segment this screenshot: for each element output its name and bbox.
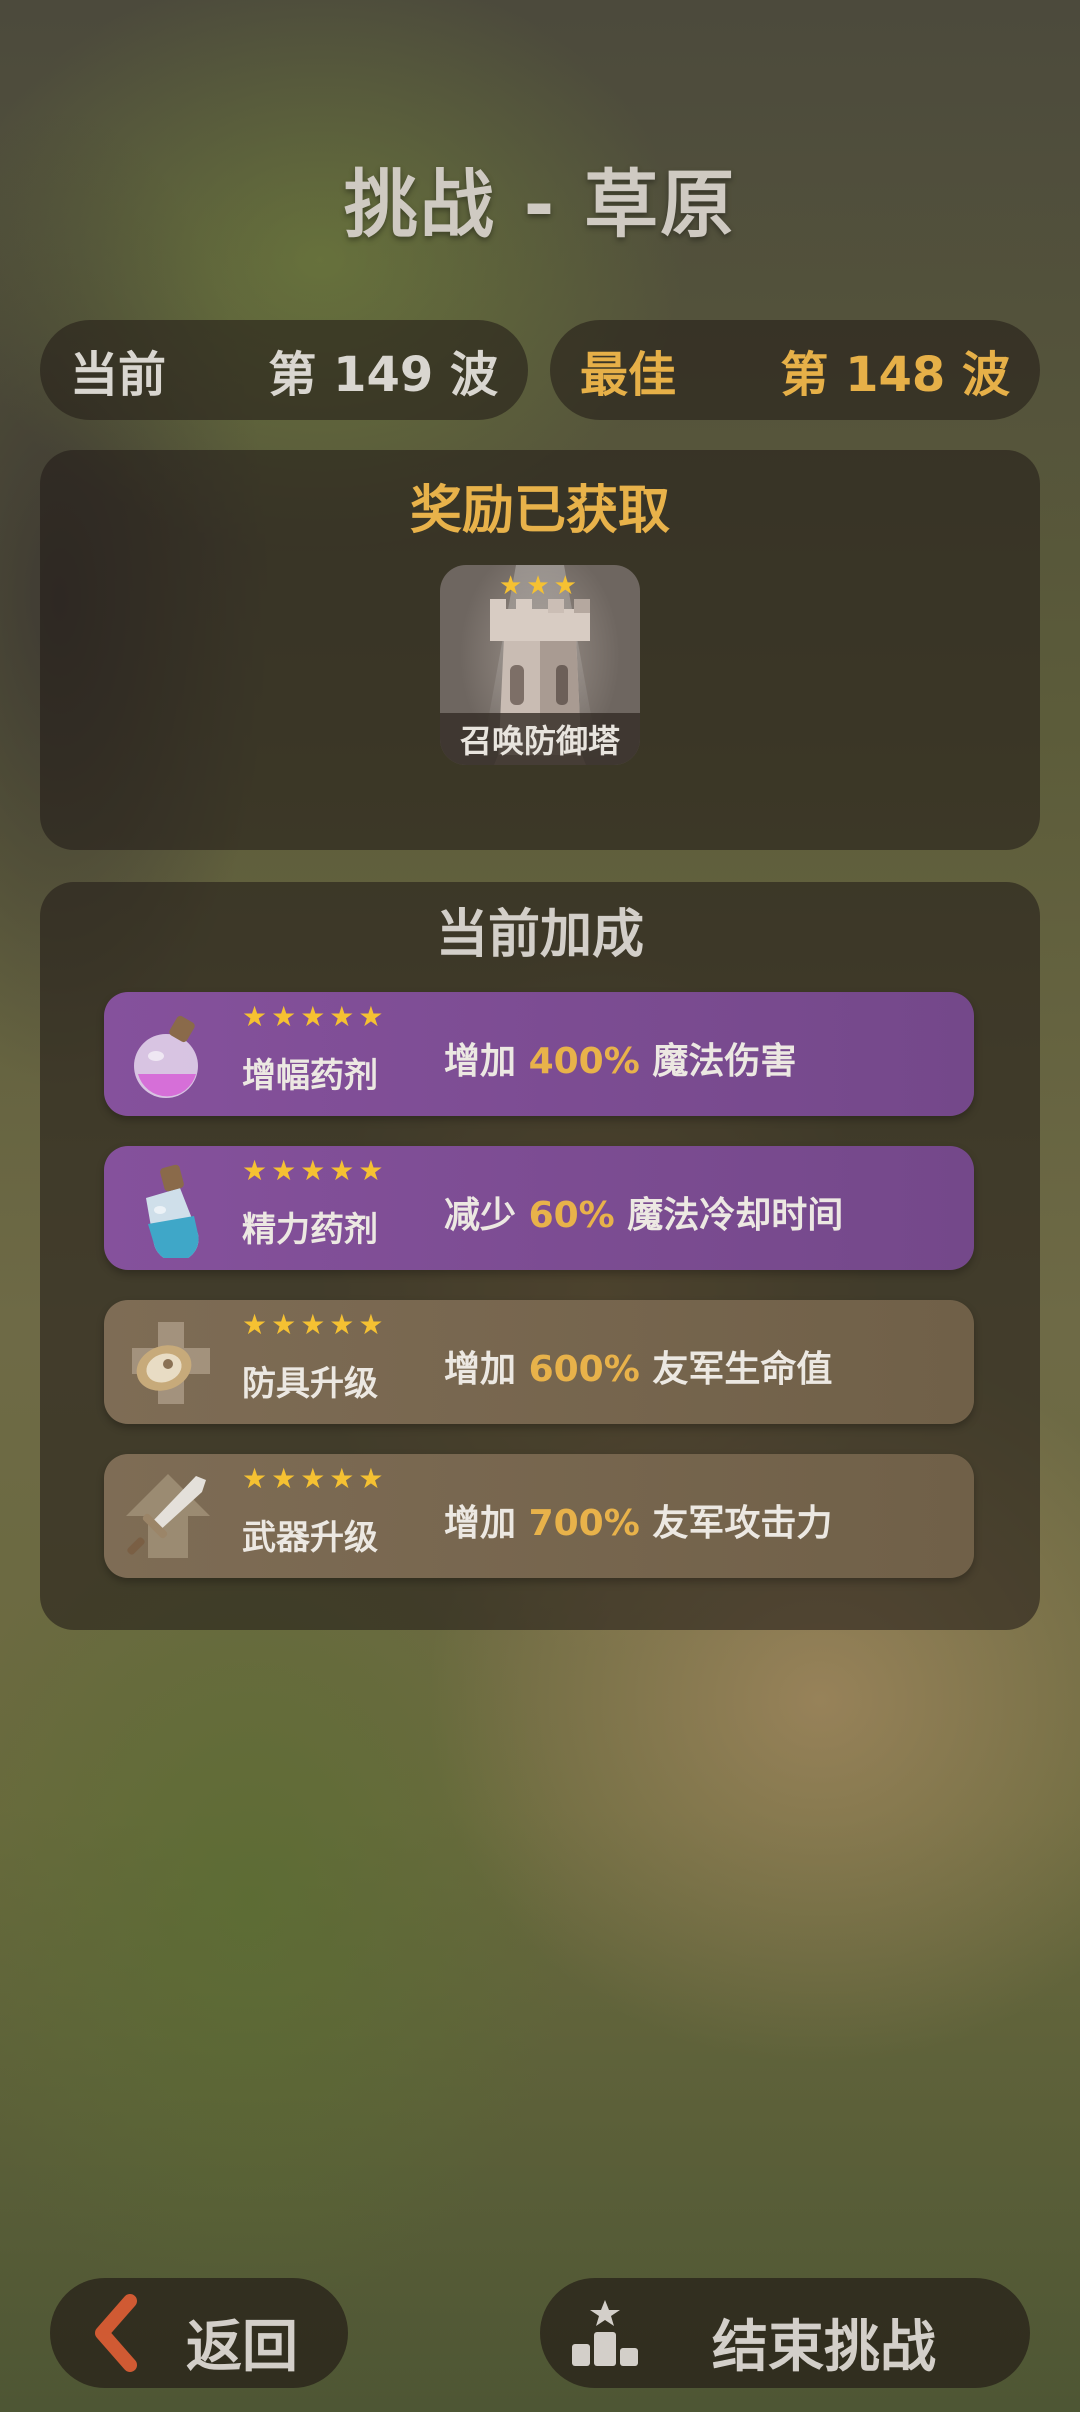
current-wave-value: 第 149 波 (268, 347, 498, 403)
bonus-description: 增加 400% 魔法伤害 (444, 1032, 796, 1084)
bonus-row: ★★★★★ 精力药剂 减少 60% 魔法冷却时间 (104, 1146, 974, 1270)
back-chevron-icon (95, 2294, 137, 2372)
back-label: 返回 (186, 2315, 298, 2380)
bonus-prefix: 增加 (444, 1041, 517, 1082)
bonus-value: 700% (528, 1503, 640, 1544)
current-wave-pill: 当前 第 149 波 (40, 320, 528, 420)
best-label: 最佳 (580, 347, 677, 403)
bonus-name: 防具升级 (242, 1364, 378, 1404)
leaderboard-icon (572, 2300, 638, 2366)
bonus-value: 60% (528, 1195, 615, 1236)
reward-panel: 奖励已获取 ★★★ 召唤防御塔 (40, 450, 1040, 850)
bonus-row: ★★★★★ 增幅药剂 增加 400% 魔法伤害 (104, 992, 974, 1116)
back-button[interactable]: 返回 (50, 2278, 348, 2388)
blue-potion-icon (146, 1164, 199, 1258)
bonus-suffix: 友军生命值 (652, 1349, 833, 1390)
reward-name: 召唤防御塔 (440, 713, 640, 765)
bonus-row: ★★★★★ 防具升级 增加 600% 友军生命值 (104, 1300, 974, 1424)
current-label: 当前 (70, 347, 167, 403)
bonus-value: 600% (528, 1349, 640, 1390)
reward-title: 奖励已获取 (409, 481, 670, 541)
bonus-name: 精力药剂 (242, 1210, 378, 1250)
bonus-suffix: 魔法冷却时间 (627, 1195, 844, 1236)
reward-card[interactable]: ★★★ 召唤防御塔 (440, 565, 640, 765)
bonus-suffix: 魔法伤害 (652, 1041, 797, 1082)
bonus-stars: ★★★★★ (242, 1308, 388, 1341)
purple-potion-icon (134, 1015, 198, 1098)
bonus-description: 减少 60% 魔法冷却时间 (444, 1186, 843, 1238)
bonus-title: 当前加成 (435, 905, 644, 965)
bonus-description: 增加 600% 友军生命值 (444, 1340, 832, 1392)
best-wave-pill: 最佳 第 148 波 (550, 320, 1040, 420)
bonus-name: 增幅药剂 (242, 1056, 378, 1096)
bonus-stars: ★★★★★ (242, 1154, 388, 1187)
sword-upgrade-icon (126, 1474, 210, 1558)
bonus-description: 增加 700% 友军攻击力 (444, 1494, 832, 1546)
bonus-name: 武器升级 (242, 1518, 378, 1558)
bonus-panel: 当前加成 ★★★★★ 增幅药剂 增加 400% 魔法伤害 ★★★★★ 精力药剂 … (40, 882, 1040, 1630)
end-challenge-button[interactable]: 结束挑战 (540, 2278, 1030, 2388)
best-wave-value: 第 148 波 (780, 347, 1010, 403)
bonus-suffix: 友军攻击力 (652, 1503, 833, 1544)
bonus-stars: ★★★★★ (242, 1000, 388, 1033)
end-challenge-label: 结束挑战 (712, 2315, 936, 2380)
bonus-row: ★★★★★ 武器升级 增加 700% 友军攻击力 (104, 1454, 974, 1578)
bonus-prefix: 增加 (444, 1503, 517, 1544)
shield-upgrade-icon (132, 1322, 210, 1404)
bonus-stars: ★★★★★ (242, 1462, 388, 1495)
bonus-prefix: 减少 (444, 1195, 517, 1236)
bonus-value: 400% (528, 1041, 640, 1082)
page-title: 挑战 - 草原 (343, 162, 737, 248)
bonus-prefix: 增加 (444, 1349, 517, 1390)
